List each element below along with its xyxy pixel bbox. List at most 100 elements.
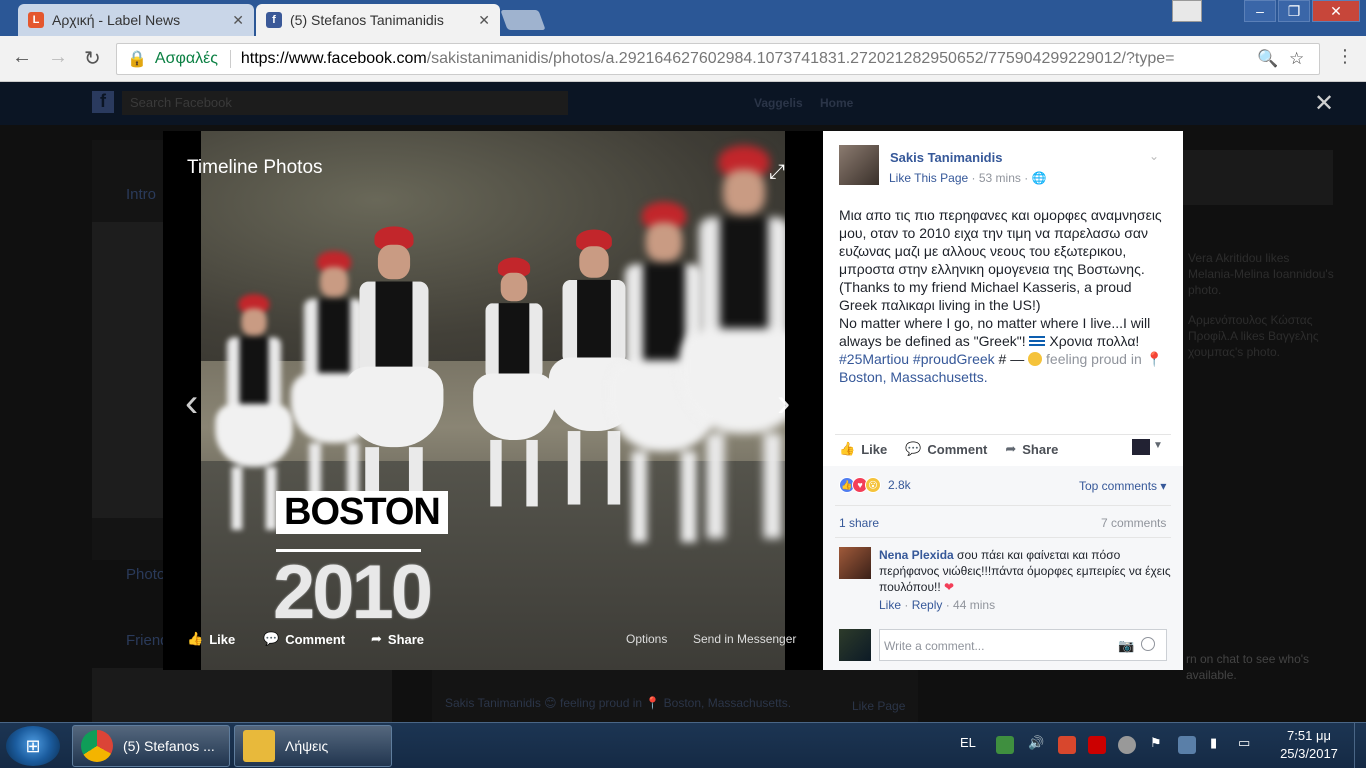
- like-button[interactable]: 👍 Like: [839, 441, 887, 457]
- tab-title: (5) Stefanos Tanimanidis: [290, 12, 444, 28]
- hash-suffix: # —: [998, 351, 1025, 367]
- close-tab-icon[interactable]: ✕: [232, 12, 244, 29]
- reactions-summary[interactable]: 👍 ♥ 😮 2.8k: [839, 477, 911, 493]
- start-button[interactable]: ⊞: [6, 726, 60, 766]
- language-indicator[interactable]: EL: [960, 735, 976, 750]
- thumbs-up-icon: 👍: [187, 631, 204, 646]
- flag-icon[interactable]: ⚑: [1150, 735, 1162, 751]
- camera-icon[interactable]: 📷: [1118, 638, 1134, 654]
- taskbar-chrome-label: (5) Stefanos ...: [123, 738, 215, 754]
- chrome-icon: [81, 730, 113, 762]
- app-tray-icon[interactable]: [996, 736, 1014, 754]
- adobe-icon[interactable]: [1088, 736, 1106, 754]
- commenter-name[interactable]: Nena Plexida: [879, 548, 954, 562]
- previous-arrow-icon[interactable]: ‹: [185, 381, 198, 426]
- comment-like-link[interactable]: Like: [879, 598, 901, 612]
- heart-icon: ❤: [944, 580, 955, 594]
- app-tray-icon[interactable]: [1058, 736, 1076, 754]
- label-news-favicon-icon: L: [28, 12, 44, 28]
- share-button[interactable]: ➦ Share: [1005, 441, 1058, 457]
- volume-icon[interactable]: 🔊: [1028, 735, 1044, 751]
- tab-facebook[interactable]: f (5) Stefanos Tanimanidis ✕: [256, 4, 500, 36]
- zoom-search-icon[interactable]: 🔍: [1257, 49, 1278, 69]
- system-clock[interactable]: 7:51 μμ 25/3/2017: [1274, 727, 1344, 763]
- greek-flag-icon: [1029, 336, 1046, 347]
- battery-icon[interactable]: ▭: [1238, 735, 1250, 751]
- games-strip: [1183, 150, 1333, 205]
- share-arrow-icon: ➦: [371, 631, 382, 646]
- new-tab-button[interactable]: [500, 10, 546, 30]
- top-comments-dropdown[interactable]: Top comments ▾: [1079, 479, 1166, 493]
- nav-home[interactable]: Home: [820, 96, 853, 110]
- globe-icon: 🌐: [1031, 171, 1047, 185]
- reactions-count[interactable]: 2.8k: [888, 478, 911, 492]
- minimize-button[interactable]: ‒: [1244, 0, 1276, 22]
- evzone-figure: [344, 226, 444, 528]
- next-arrow-icon[interactable]: ›: [777, 381, 790, 426]
- url-path: /sakistanimanidis/photos/a.2921646276029…: [426, 50, 1175, 67]
- menu-dots-icon[interactable]: ⋮: [1336, 46, 1354, 67]
- lock-icon: 🔒: [127, 51, 147, 68]
- chevron-down-icon[interactable]: ▼: [1153, 440, 1163, 451]
- facebook-logo-icon[interactable]: f: [92, 91, 114, 113]
- forward-arrow-icon[interactable]: →: [48, 46, 68, 69]
- comment-icon: 💬: [263, 631, 280, 646]
- comment-time: 44 mins: [953, 598, 996, 612]
- reload-icon[interactable]: ↻: [84, 46, 101, 71]
- evzone-figure: [679, 145, 785, 539]
- intro-heading: Intro: [126, 186, 157, 203]
- maximize-button[interactable]: ❐: [1278, 0, 1310, 22]
- post-text: Μια απο τις πιο περηφανες και ομορφες αν…: [839, 206, 1169, 386]
- network-icon[interactable]: ▮: [1210, 735, 1217, 751]
- divider: [835, 505, 1171, 506]
- post-meta: Like This Page · 53 mins · 🌐: [889, 171, 1047, 185]
- post-side-panel: Sakis Tanimanidis Like This Page · 53 mi…: [823, 131, 1183, 670]
- cloud-icon[interactable]: [1118, 736, 1136, 754]
- send-in-messenger-link[interactable]: Send in Messenger: [693, 632, 796, 646]
- comment-button[interactable]: 💬 Comment: [905, 441, 987, 457]
- back-arrow-icon[interactable]: ←: [12, 46, 32, 69]
- expand-icon[interactable]: ⤢: [769, 161, 785, 184]
- photo-caption-boston: BOSTON: [276, 491, 448, 534]
- options-link[interactable]: Options: [626, 632, 667, 646]
- post-as-avatar[interactable]: [1132, 439, 1150, 455]
- close-tab-icon[interactable]: ✕: [478, 12, 490, 29]
- tab-label-news[interactable]: L Αρχική - Label News ✕: [18, 4, 254, 36]
- comment-reply-link[interactable]: Reply: [912, 598, 943, 612]
- show-desktop-button[interactable]: [1354, 723, 1366, 768]
- emoji-icon[interactable]: [1141, 637, 1155, 651]
- display-icon[interactable]: [1178, 736, 1196, 754]
- album-title[interactable]: Timeline Photos: [187, 157, 323, 179]
- parade-photo[interactable]: BOSTON 2010: [201, 131, 785, 670]
- like-page-button[interactable]: Like Page: [852, 699, 905, 713]
- viewer-comment-label: Comment: [285, 631, 346, 647]
- taskbar-chrome-button[interactable]: (5) Stefanos ...: [72, 725, 230, 767]
- close-window-button[interactable]: ✕: [1312, 0, 1360, 22]
- post-options-chevron-icon[interactable]: ⌄: [1149, 149, 1159, 163]
- address-bar[interactable]: 🔒 Ασφαλές https://www.facebook.com /saki…: [116, 43, 1320, 75]
- location-link[interactable]: Boston, Massachusetts.: [839, 369, 988, 385]
- browser-tab-bar: L Αρχική - Label News ✕ f (5) Stefanos T…: [0, 0, 1366, 36]
- comments-count-link[interactable]: 7 comments: [1101, 516, 1166, 530]
- viewer-share-button[interactable]: ➦ Share: [371, 631, 424, 647]
- bookmark-star-icon[interactable]: ☆: [1289, 49, 1304, 69]
- viewer-comment-button[interactable]: 💬 Comment: [263, 631, 345, 647]
- like-this-page-link[interactable]: Like This Page: [889, 171, 968, 185]
- post-time[interactable]: 53 mins: [979, 171, 1021, 185]
- nav-user[interactable]: Vaggelis: [754, 96, 803, 110]
- author-name[interactable]: Sakis Tanimanidis: [890, 150, 1002, 165]
- shares-link[interactable]: 1 share: [839, 516, 879, 530]
- windows-logo-icon: ⊞: [25, 735, 41, 756]
- location-pin-icon: 📍: [1145, 351, 1164, 367]
- close-viewer-icon[interactable]: ✕: [1314, 89, 1334, 118]
- hashtags[interactable]: #25Martiou #proudGreek: [839, 351, 995, 367]
- intro-photos: [92, 222, 164, 518]
- facebook-search-input[interactable]: Search Facebook: [122, 91, 568, 115]
- profile-icon[interactable]: [1172, 0, 1202, 22]
- commenter-avatar[interactable]: [839, 547, 871, 579]
- viewer-like-button[interactable]: 👍 Like: [187, 631, 235, 647]
- taskbar-downloads-button[interactable]: Λήψεις: [234, 725, 392, 767]
- ticker-item: Αρμενόπουλος Κώστας Προφίλ.Α likes Βαγγε…: [1188, 313, 1319, 359]
- facebook-favicon-icon: f: [266, 12, 282, 28]
- author-avatar[interactable]: [839, 145, 879, 185]
